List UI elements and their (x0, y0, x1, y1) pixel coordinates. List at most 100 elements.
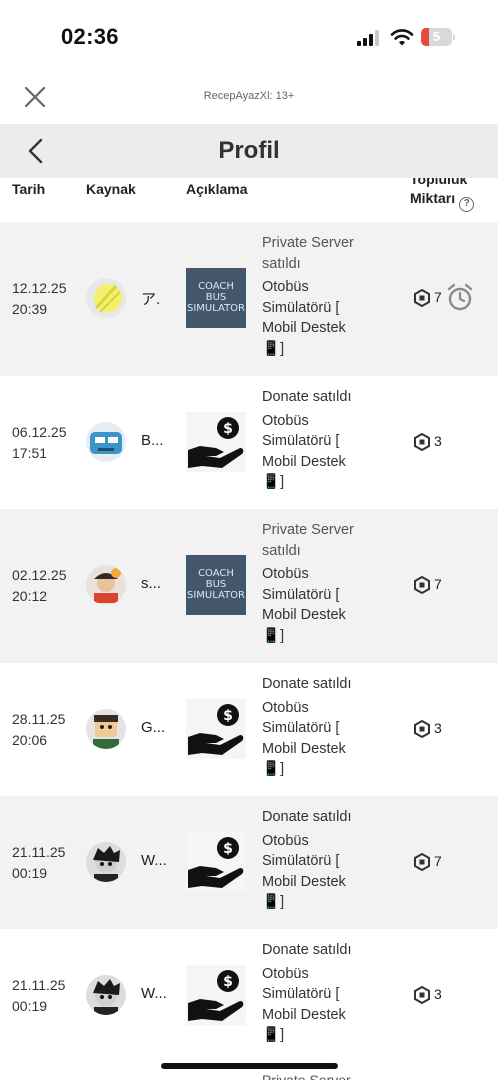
table-row[interactable]: 12.12.25 20:39 ア. COACH BUS SIMULATOR Pr… (0, 222, 498, 376)
row-amount: 7 (413, 851, 442, 872)
thumb-text-1: COACH (198, 281, 234, 292)
account-label: RecepAyazXl: 13+ (203, 90, 295, 102)
source-name: s... (141, 575, 162, 592)
status-bar: 02:36 5 (0, 0, 498, 72)
game-name: Otobüs Simülatörü [ Mobil Destek (262, 699, 346, 757)
amount-value: 7 (434, 853, 442, 869)
help-circle-icon[interactable]: ? (459, 197, 475, 212)
table-row[interactable]: 06.12.25 17:51 B... $ Donate satıldı Oto… (0, 376, 498, 509)
source-name: G... (141, 719, 166, 736)
game-name-tail: ] (280, 894, 285, 910)
avatar[interactable] (86, 565, 126, 605)
source-name: W... (141, 985, 167, 1002)
table-row[interactable]: 02.12.25 20:12 s... COACH BUS SIMULATOR … (0, 509, 498, 663)
game-name: Otobüs Simülatörü [ Mobil Destek (262, 566, 346, 623)
game-name: Otobüs Simülatörü [ Mobil Destek (262, 412, 346, 470)
row-description: Private Server satıldı Otobüs Simülatörü… (262, 520, 372, 646)
row-date: 21.11.25 (12, 977, 66, 993)
sale-type: Private Server satıldı (262, 522, 354, 559)
mobile-phone-emoji: 📱 (262, 1027, 281, 1043)
table-row[interactable]: 21.11.25 00:19 W... $ Donate satıldı Oto… (0, 929, 498, 1062)
column-source: Kaynak (86, 181, 136, 197)
thumb-text-3: SIMULATOR (186, 590, 246, 601)
source-name: W... (141, 852, 167, 869)
row-date: 02.12.25 (12, 567, 67, 583)
alarm-clock-icon[interactable] (445, 282, 475, 312)
amount-value: 7 (434, 289, 442, 305)
mobile-phone-emoji: 📱 (262, 627, 281, 644)
wifi-icon (390, 29, 414, 46)
row-datetime: 21.11.25 00:19 (12, 842, 65, 884)
table-header: Tarih Kaynak Açıklama Topluluk Miktarı? (0, 178, 498, 222)
source-name: ア. (141, 291, 161, 308)
avatar[interactable] (86, 842, 126, 882)
svg-text:$: $ (223, 421, 233, 437)
game-name: Otobüs Simülatörü [ Mobil Destek (262, 965, 346, 1023)
robux-icon (414, 433, 430, 452)
mobile-phone-emoji: 📱 (262, 340, 281, 357)
row-datetime: 06.12.25 17:51 (12, 422, 67, 464)
column-description: Açıklama (186, 181, 248, 197)
row-time: 20:39 (12, 301, 48, 317)
row-date: 21.11.25 (12, 844, 66, 860)
game-name-tail: ] (280, 474, 285, 490)
thumb-text-3: SIMULATOR (186, 303, 246, 314)
row-date: 06.12.25 (12, 424, 67, 440)
robux-icon (414, 289, 430, 308)
amount-value: 3 (434, 720, 442, 736)
row-time: 17:51 (12, 445, 48, 461)
amount-value: 3 (434, 433, 442, 449)
row-date: 28.11.25 (12, 711, 66, 727)
game-thumbnail[interactable]: $ (186, 965, 246, 1025)
row-datetime: 02.12.25 20:12 (12, 565, 67, 607)
game-thumbnail[interactable]: COACH BUS SIMULATOR (186, 268, 246, 328)
cellular-signal-icon (357, 30, 383, 46)
game-name: Otobüs Simülatörü [ Mobil Destek (262, 832, 346, 890)
status-time: 02:36 (61, 24, 119, 49)
robux-icon (414, 986, 430, 1005)
thumb-text-2: BUS (205, 579, 227, 590)
game-thumbnail[interactable]: COACH BUS SIMULATOR (186, 555, 246, 615)
row-time: 00:19 (12, 998, 48, 1014)
amount-value: 3 (434, 986, 442, 1002)
row-time: 20:06 (12, 732, 48, 748)
robux-icon (414, 576, 430, 595)
game-thumbnail[interactable]: $ (186, 832, 246, 892)
mobile-phone-emoji: 📱 (262, 474, 281, 490)
row-amount: 3 (413, 431, 442, 452)
column-date: Tarih (12, 181, 46, 197)
row-datetime: 12.12.25 20:39 (12, 278, 67, 320)
row-description: Donate satıldı Otobüs Simülatörü [ Mobil… (262, 387, 372, 493)
avatar[interactable] (86, 709, 126, 749)
game-thumbnail[interactable]: $ (186, 412, 246, 472)
row-amount: 3 (413, 718, 442, 739)
game-name-tail: ] (280, 340, 285, 357)
row-description: Private Server satıldı Otobüs Simülatörü… (262, 233, 372, 359)
row-description: Donate satıldı Otobüs Simülatörü [ Mobil… (262, 674, 372, 780)
row-datetime: 28.11.25 20:06 (12, 709, 65, 751)
row-time: 00:19 (12, 865, 48, 881)
sale-type: Donate satıldı (262, 942, 352, 958)
column-amount: Topluluk Miktarı? (410, 178, 498, 212)
table-row[interactable]: 28.11.25 20:06 G... $ Donate satıldı Oto… (0, 663, 498, 796)
column-amount-line2: Miktarı (410, 190, 456, 206)
robux-icon (414, 720, 430, 739)
row-time: 20:12 (12, 588, 48, 604)
row-description: Donate satıldı Otobüs Simülatörü [ Mobil… (262, 807, 372, 913)
table-row[interactable]: 21.11.25 00:19 W... $ Donate satıldı Oto… (0, 796, 498, 929)
row-date: 12.12.25 (12, 280, 67, 296)
row-datetime: 21.11.25 00:19 (12, 975, 65, 1017)
game-thumbnail[interactable]: $ (186, 699, 246, 759)
battery-level: 5 (432, 29, 441, 44)
source-name: B... (141, 432, 164, 449)
avatar[interactable] (86, 422, 126, 462)
avatar[interactable] (86, 278, 126, 318)
transactions-list: 12.12.25 20:39 ア. COACH BUS SIMULATOR Pr… (0, 222, 498, 1062)
sale-type: Donate satıldı (262, 809, 352, 825)
sale-type: Donate satıldı (262, 676, 352, 692)
sale-type: Private Server satıldı (262, 235, 354, 272)
avatar[interactable] (86, 975, 126, 1015)
row-description: Donate satıldı Otobüs Simülatörü [ Mobil… (262, 940, 372, 1046)
mobile-phone-emoji: 📱 (262, 894, 281, 910)
home-indicator[interactable] (161, 1063, 338, 1069)
